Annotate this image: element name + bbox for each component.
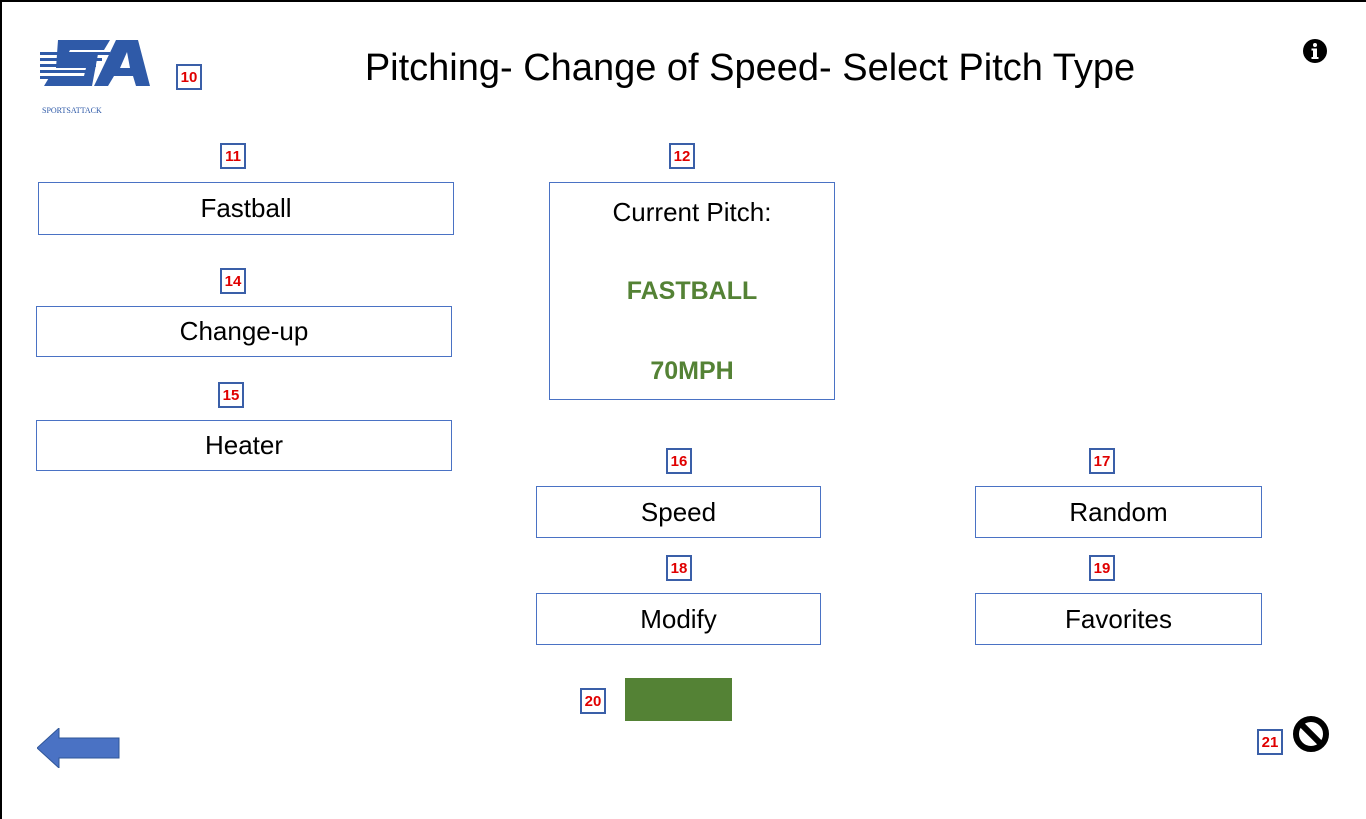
current-pitch-label: Current Pitch: xyxy=(612,197,772,227)
heater-label: Heater xyxy=(204,430,284,460)
annotation-badge: 18 xyxy=(666,555,692,581)
random-label: Random xyxy=(1069,496,1168,527)
logo-wordmark: SPORTSATTACK xyxy=(42,106,102,115)
info-icon[interactable] xyxy=(1302,38,1328,64)
start-pitch-button[interactable] xyxy=(625,678,732,721)
annotation-badge: 10 xyxy=(176,64,202,90)
speed-button[interactable]: Speed xyxy=(536,486,821,538)
changeup-label: Change-up xyxy=(179,316,309,346)
annotation-badge: 17 xyxy=(1089,448,1115,474)
fastball-button[interactable]: Fastball xyxy=(38,182,454,235)
no-entry-icon[interactable] xyxy=(1292,715,1330,753)
current-pitch-speed: 70MPH xyxy=(650,357,734,385)
modify-button[interactable]: Modify xyxy=(536,593,821,645)
annotation-badge: 12 xyxy=(669,143,695,169)
annotation-badge: 14 xyxy=(220,268,246,294)
current-pitch-type: FASTBALL xyxy=(626,277,758,305)
fastball-label: Fastball xyxy=(200,193,292,223)
random-button[interactable]: Random xyxy=(975,486,1262,538)
heater-button[interactable]: Heater xyxy=(36,420,452,471)
annotation-badge: 11 xyxy=(220,143,246,169)
speed-label: Speed xyxy=(640,496,717,527)
changeup-button[interactable]: Change-up xyxy=(36,306,452,357)
favorites-button[interactable]: Favorites xyxy=(975,593,1262,645)
sportsattack-logo: SPORTSATTACK xyxy=(40,40,150,115)
annotation-badge: 16 xyxy=(666,448,692,474)
modify-label: Modify xyxy=(640,603,717,634)
annotation-badge: 21 xyxy=(1257,729,1283,755)
annotation-badge: 19 xyxy=(1089,555,1115,581)
back-arrow-icon[interactable] xyxy=(37,728,121,768)
favorites-label: Favorites xyxy=(1065,603,1172,634)
current-pitch-panel: Current Pitch: FASTBALL 70MPH xyxy=(549,182,835,400)
annotation-badge: 15 xyxy=(218,382,244,408)
page-title: Pitching- Change of Speed- Select Pitch … xyxy=(364,47,1136,89)
annotation-badge: 20 xyxy=(580,688,606,714)
